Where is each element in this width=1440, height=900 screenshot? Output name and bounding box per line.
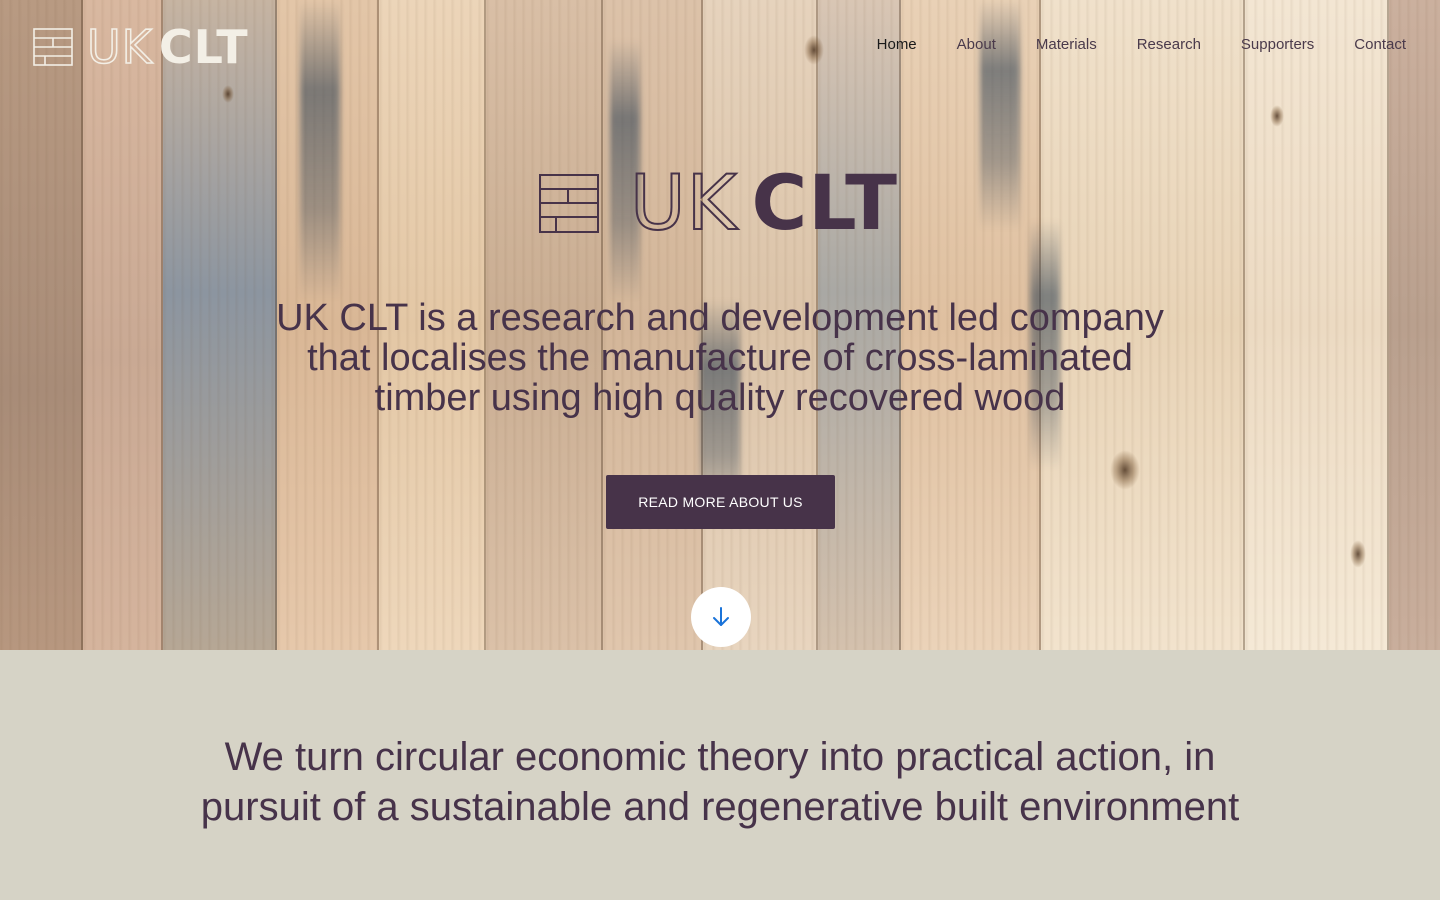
- nav-item-materials[interactable]: Materials: [1016, 36, 1117, 54]
- header-logo[interactable]: UK CLT: [33, 19, 249, 75]
- main-nav: Home About Materials Research Supporters…: [857, 36, 1426, 54]
- wood-knot: [222, 85, 234, 103]
- logo-uk: UK: [629, 157, 738, 248]
- stacked-timber-layers-icon: [539, 173, 599, 233]
- hero-tagline-line: timber using high quality recovered wood: [374, 377, 1066, 419]
- read-more-about-us-button[interactable]: READ MORE ABOUT US: [606, 475, 835, 529]
- header-logo-wordmark: UK CLT: [86, 19, 249, 75]
- mission-line: We turn circular economic theory into pr…: [224, 735, 1216, 779]
- hero-tagline-line: UK CLT is a research and development led…: [276, 297, 1164, 339]
- logo-clt: CLT: [751, 158, 898, 247]
- mission-section: We turn circular economic theory into pr…: [0, 650, 1440, 900]
- scroll-down-button[interactable]: [691, 587, 751, 647]
- stacked-timber-layers-icon: [33, 28, 73, 66]
- nav-item-about[interactable]: About: [937, 36, 1016, 54]
- nav-item-home[interactable]: Home: [857, 36, 937, 54]
- nav-item-contact[interactable]: Contact: [1334, 36, 1426, 54]
- wood-knot: [1110, 450, 1140, 490]
- nav-item-research[interactable]: Research: [1117, 36, 1221, 54]
- hero-logo-wordmark: UK CLT: [629, 157, 898, 248]
- wood-stain: [300, 0, 340, 300]
- wood-knot: [1350, 540, 1366, 568]
- mission-statement: We turn circular economic theory into pr…: [0, 732, 1440, 832]
- hero-tagline: UK CLT is a research and development led…: [0, 298, 1440, 418]
- wood-stain: [980, 0, 1020, 230]
- logo-clt: CLT: [158, 20, 249, 74]
- mission-line: pursuit of a sustainable and regenerativ…: [200, 785, 1240, 829]
- wood-knot: [1270, 105, 1284, 127]
- hero-tagline-line: that localises the manufacture of cross-…: [307, 337, 1133, 379]
- arrow-down-icon: [713, 607, 729, 626]
- nav-item-supporters[interactable]: Supporters: [1221, 36, 1334, 54]
- hero-section: UK CLT Home About Materials Research Sup…: [0, 0, 1440, 650]
- logo-uk: UK: [86, 19, 153, 75]
- hero-logo: UK CLT: [538, 157, 898, 248]
- wood-knot: [804, 35, 824, 65]
